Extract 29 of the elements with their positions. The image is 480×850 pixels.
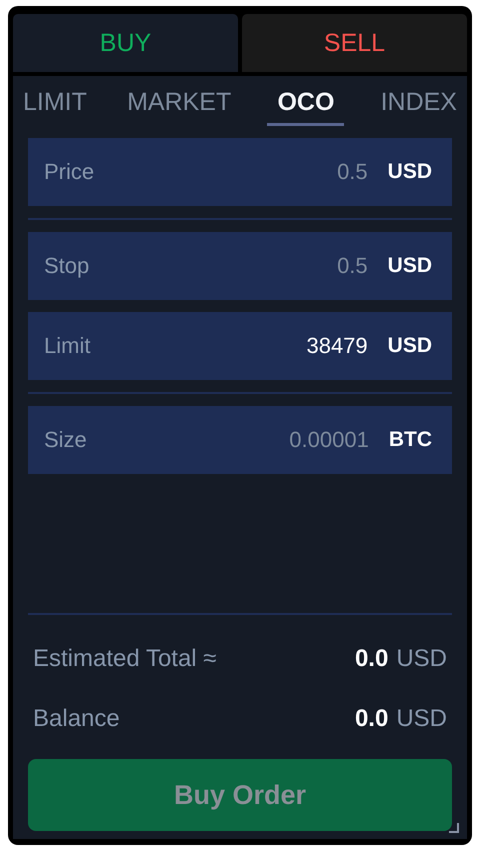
unit-label: USD [388,254,432,278]
side-tab[interactable]: BUY [13,14,238,72]
value-input[interactable]: 0.5 [89,253,368,279]
unit-label: USD [388,334,432,358]
value-input[interactable]: 38479 [90,333,368,359]
currency-label: USD [396,705,447,733]
side-tab[interactable]: SELL [242,14,467,72]
order-type-tab[interactable]: OCO [267,84,344,126]
order-type-tab[interactable]: INDEX [376,84,461,126]
unit-label: BTC [388,428,432,452]
input-field[interactable]: Size 0.00001 BTC [28,406,452,474]
field-label: Stop [44,253,90,279]
input-field[interactable]: Price 0.5 USD [28,138,452,206]
input-field[interactable]: Limit 38479 USD [28,312,452,380]
summary-label: Balance [33,705,120,733]
field-label: Price [44,159,94,185]
field-label: Limit [44,333,90,359]
amount-value: 0.0 [354,705,388,733]
field-label: Size [44,427,87,453]
summary-label: Estimated Total ≈ [33,645,216,673]
value-input[interactable]: 0.00001 [86,427,369,453]
order-type-tab[interactable]: LIMIT [19,84,91,126]
currency-label: USD [396,645,447,673]
order-type-tab[interactable]: MARKET [123,84,236,126]
input-field[interactable]: Stop 0.5 USD [28,232,452,300]
amount-value: 0.0 [354,645,388,673]
resize-grip-icon[interactable] [449,823,459,833]
value-input[interactable]: 0.5 [94,159,368,185]
unit-label: USD [388,160,432,184]
